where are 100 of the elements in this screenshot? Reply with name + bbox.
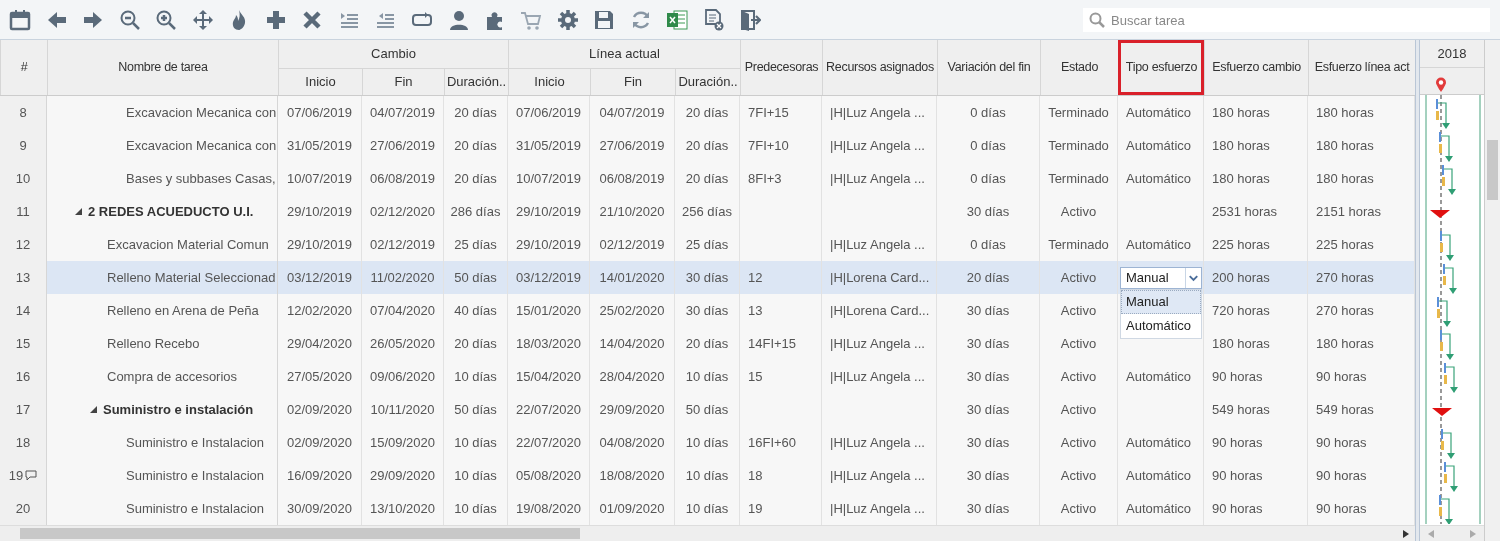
table-cell-text: 90 horas [1212, 433, 1263, 452]
comment-icon[interactable] [25, 470, 38, 481]
table-cell-text: Automático [1126, 103, 1192, 122]
row-number: 17 [15, 400, 31, 419]
table-row[interactable]: 11 2 REDES ACUEDUCTO U.I. 29/10/2019 02/12/2020 286 días 29/10/2019 21/10/2020 256 días 30 días Activo 2531 horas 2151 horas [0, 195, 1415, 228]
table-cell-text: 30 días [966, 301, 1010, 320]
column-header[interactable]: Duración.. [444, 68, 508, 95]
table-row[interactable]: 19 Suministro e Instalacion 16/09/2020 29/09/2020 10 días 05/08/2020 18/08/2020 10 días 18 |H|Luz Angela ... 30 días Activo Automático 90 horas 90 horas [0, 459, 1415, 492]
plus-icon[interactable] [264, 8, 287, 31]
table-row[interactable]: 12 Excavacion Material Comun 29/10/2019 02/12/2019 25 días 29/10/2019 02/12/2019 25 días |H|Luz Angela ... 0 días Terminado Automático 225 horas 225 horas [0, 228, 1415, 261]
document-delete-icon[interactable] [702, 8, 725, 31]
table-cell-text: 270 horas [1316, 301, 1374, 320]
collapse-triangle-icon[interactable] [90, 406, 97, 413]
column-header[interactable]: Estado [1040, 40, 1118, 95]
table-cell-text: 29/04/2020 [286, 334, 353, 353]
table-cell-text: 30 días [966, 466, 1010, 485]
table-cell-text: 225 horas [1212, 235, 1270, 254]
table-cell-text: 15/04/2020 [515, 367, 582, 386]
row-number: 16 [15, 367, 31, 386]
row-number: 12 [15, 235, 31, 254]
table-cell-text: 20 días [454, 136, 497, 155]
scroll-right-icon[interactable] [1403, 530, 1409, 539]
collapse-triangle-icon[interactable] [75, 208, 82, 215]
table-cell-text: 20 días [685, 103, 729, 122]
effort-type-dropdown[interactable]: Manual [1120, 267, 1202, 289]
person-icon[interactable] [447, 8, 469, 31]
table-row[interactable]: 16 Compra de accesorios 27/05/2020 09/06/2020 10 días 15/04/2020 28/04/2020 10 días 15 |H|Luz Angela ... 30 días Activo Automático 90 horas 90 horas [0, 360, 1415, 393]
row-number: 11 [16, 202, 30, 221]
zoom-in-icon[interactable] [155, 8, 177, 31]
table-cell-text: 30 días [685, 268, 729, 287]
column-header[interactable]: Recursos asignados [822, 40, 937, 95]
column-header[interactable]: Inicio [278, 68, 362, 95]
move-icon[interactable] [191, 8, 214, 31]
table-cell-text: 31/05/2019 [286, 136, 353, 155]
table-row[interactable]: 8 Excavacion Mecanica con 07/06/2019 04/07/2019 20 días 07/06/2019 04/07/2019 20 días 7FI+15 |H|Luz Angela ... 0 días Terminado Automático 180 horas 180 horas [0, 96, 1415, 129]
table-cell-text: 180 horas [1212, 334, 1270, 353]
zoom-out-icon[interactable] [118, 8, 141, 31]
table-cell-text: Activo [1060, 433, 1097, 452]
table-row[interactable]: 9 Excavacion Mecanica con 31/05/2019 27/06/2019 20 días 31/05/2019 27/06/2019 20 días 7FI+10 |H|Luz Angela ... 0 días Terminado Automático 180 horas 180 horas [0, 129, 1415, 162]
table-cell-text: 14FI+15 [748, 334, 797, 353]
row-number: 15 [15, 334, 31, 353]
table-cell-text: 20 días [454, 169, 497, 188]
table-cell-text: |H|Luz Angela ... [830, 235, 925, 254]
table-row[interactable]: 18 Suministro e Instalacion 02/09/2020 15/09/2020 10 días 22/07/2020 04/08/2020 10 días 16FI+60 |H|Luz Angela ... 30 días Activo Automático 90 horas 90 horas [0, 426, 1415, 459]
table-cell-text: 180 horas [1212, 169, 1270, 188]
table-cell-text: Automático [1126, 169, 1192, 188]
column-header[interactable]: Inicio [508, 68, 590, 95]
table-cell-text: 0 días [970, 235, 1006, 254]
scrollbar-thumb[interactable] [1487, 140, 1498, 200]
table-row[interactable]: 20 Suministro e Instalacion 30/09/2020 13/10/2020 10 días 19/08/2020 01/09/2020 10 días 19 |H|Luz Angela ... 30 días Activo Automático 90 horas 90 horas [0, 492, 1415, 525]
table-cell-text: Activo [1060, 400, 1097, 419]
save-icon[interactable] [593, 8, 615, 31]
table-cell-text: 180 horas [1212, 136, 1270, 155]
table-cell-text: 549 horas [1212, 400, 1270, 419]
calendar-icon[interactable] [9, 8, 31, 31]
table-cell-text: 25 días [685, 235, 729, 254]
column-header[interactable]: Fin [590, 68, 675, 95]
column-header[interactable]: Tipo esfuerzo [1118, 40, 1204, 95]
column-header[interactable]: Variación del fin [937, 40, 1040, 95]
table-cell-text: 04/07/2019 [599, 103, 665, 122]
table-cell-text: 30 días [966, 499, 1010, 518]
chevron-down-icon[interactable] [1185, 268, 1201, 288]
column-header[interactable]: Duración.. [675, 68, 740, 95]
table-cell-text: 04/08/2020 [599, 433, 665, 452]
column-header[interactable]: # [0, 40, 47, 95]
horizontal-scrollbar[interactable] [0, 525, 1415, 541]
vertical-scrollbar[interactable] [1485, 40, 1500, 541]
table-cell-text: 12 [748, 268, 763, 287]
column-header[interactable]: Esfuerzo cambio [1204, 40, 1308, 95]
table-row[interactable]: 17 Suministro e instalación 02/09/2020 10/11/2020 50 días 22/07/2020 29/09/2020 50 días 30 días Activo 549 horas 549 horas [0, 393, 1415, 426]
column-header[interactable]: Nombre de tarea [47, 40, 278, 95]
table-cell-text: |H|Luz Angela ... [830, 103, 925, 122]
spreadsheet-icon[interactable] [666, 8, 688, 31]
scrollbar-thumb[interactable] [20, 528, 580, 540]
close-icon[interactable] [301, 8, 323, 31]
table-cell-text: 03/12/2019 [515, 268, 582, 287]
search-field[interactable]: Buscar tarea [1083, 8, 1490, 32]
table-cell-text: 90 horas [1212, 499, 1263, 518]
task-name: Excavacion Mecanica con [126, 136, 277, 155]
table-cell-text: Automático [1126, 367, 1192, 386]
table-cell-text: Terminado [1048, 103, 1109, 122]
table-cell-text: 11/02/2020 [370, 268, 435, 287]
table-cell-text: 22/07/2020 [515, 400, 582, 419]
table-row[interactable]: 10 Bases y subbases Casas, 10/07/2019 06/08/2019 20 días 10/07/2019 06/08/2019 20 días 8FI+3 |H|Luz Angela ... 0 días Terminado Automático 180 horas 180 horas [0, 162, 1415, 195]
exit-icon[interactable] [739, 8, 761, 31]
settings-icon[interactable] [556, 8, 579, 31]
table-cell-text: 15 [748, 367, 763, 386]
column-header[interactable]: Fin [362, 68, 444, 95]
table-cell-text: 180 horas [1316, 334, 1374, 353]
table-cell-text: Automático [1126, 136, 1192, 155]
table-cell-text: 180 horas [1316, 103, 1374, 122]
dropdown-option[interactable]: Manual [1121, 290, 1201, 314]
table-cell-text: Activo [1060, 466, 1097, 485]
row-number: 14 [15, 301, 31, 320]
table-cell-text: |H|Luz Angela ... [830, 136, 925, 155]
table-cell-text: 10 días [454, 433, 497, 452]
column-header[interactable]: Predecesoras [740, 40, 822, 95]
table-cell-text: 10 días [685, 367, 729, 386]
table-row[interactable]: 13 Relleno Material Seleccionad 03/12/2019 11/02/2020 50 días 03/12/2019 14/01/2020 30 días 12 |H|Lorena Card... 20 días Activo Manual 200 horas 270 horas [0, 261, 1415, 294]
dropdown-value: Manual [1126, 269, 1169, 288]
